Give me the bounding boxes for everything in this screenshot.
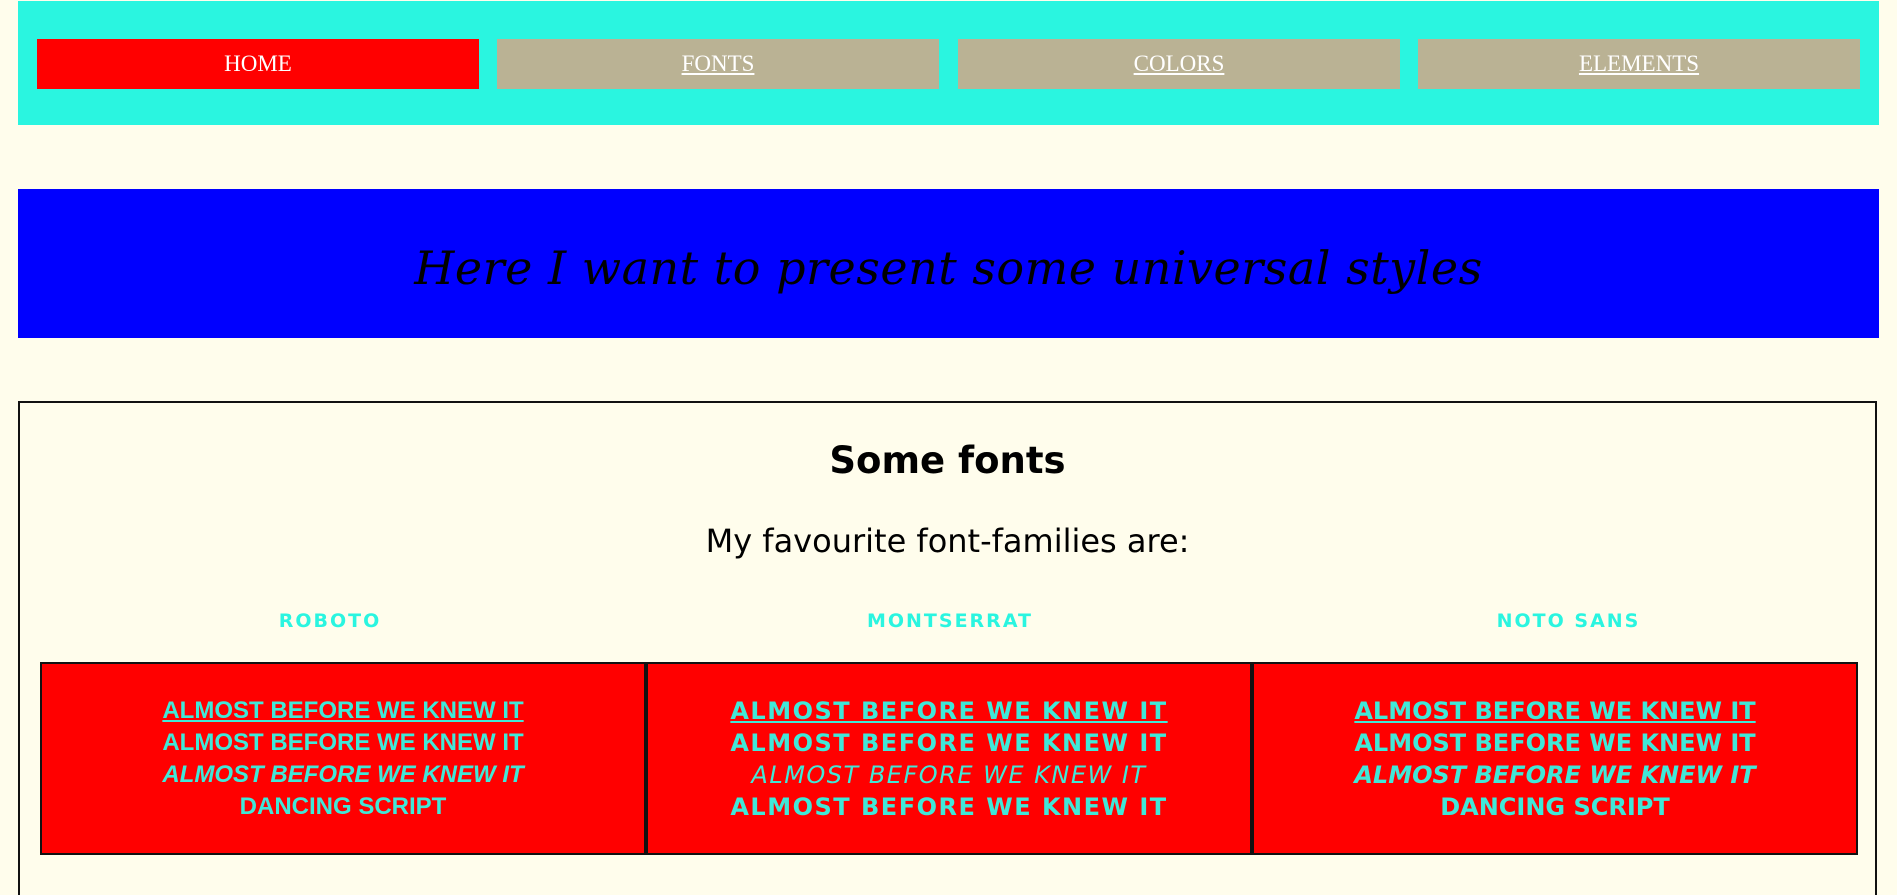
sample-underlined: ALMOST BEFORE WE KNEW IT: [1354, 696, 1756, 725]
sample-italic: ALMOST BEFORE WE KNEW IT: [751, 760, 1147, 789]
nav-item-colors[interactable]: COLORS: [958, 39, 1400, 89]
hero-heading: Here I want to present some universal st…: [414, 240, 1483, 295]
top-navigation-bar: HOME FONTS COLORS ELEMENTS: [18, 1, 1879, 125]
font-sample-box-noto-sans: ALMOST BEFORE WE KNEW IT ALMOST BEFORE W…: [1252, 662, 1858, 855]
font-label-montserrat: MONTSERRAT: [866, 610, 1034, 632]
sample-underlined: ALMOST BEFORE WE KNEW IT: [162, 696, 524, 724]
sample-regular: DANCING SCRIPT: [239, 792, 447, 820]
hero-banner: Here I want to present some universal st…: [18, 189, 1879, 338]
sample-bold: ALMOST BEFORE WE KNEW IT: [162, 728, 524, 756]
font-label-noto-sans: NOTO SANS: [1496, 610, 1641, 632]
font-sample-box-montserrat: ALMOST BEFORE WE KNEW IT ALMOST BEFORE W…: [646, 662, 1252, 855]
nav-item-fonts[interactable]: FONTS: [497, 39, 939, 89]
nav-item-home[interactable]: HOME: [37, 39, 479, 89]
sample-underlined: ALMOST BEFORE WE KNEW IT: [730, 696, 1168, 725]
sample-bold: ALMOST BEFORE WE KNEW IT: [1354, 728, 1756, 757]
font-label-roboto: ROBOTO: [278, 610, 382, 632]
sample-regular: ALMOST BEFORE WE KNEW IT: [730, 792, 1168, 821]
font-sample-box-roboto: ALMOST BEFORE WE KNEW IT ALMOST BEFORE W…: [40, 662, 646, 855]
section-subtitle: My favourite font-families are:: [705, 522, 1190, 560]
section-title: Some fonts: [829, 439, 1066, 482]
sample-bold: ALMOST BEFORE WE KNEW IT: [730, 728, 1168, 757]
sample-regular: DANCING SCRIPT: [1440, 792, 1670, 821]
page: HOME FONTS COLORS ELEMENTS Here I want t…: [0, 0, 1897, 895]
sample-italic: ALMOST BEFORE WE KNEW IT: [1354, 760, 1756, 789]
nav-item-elements[interactable]: ELEMENTS: [1418, 39, 1860, 89]
fonts-section: Some fonts My favourite font-families ar…: [18, 401, 1877, 895]
sample-italic: ALMOST BEFORE WE KNEW IT: [162, 760, 524, 788]
